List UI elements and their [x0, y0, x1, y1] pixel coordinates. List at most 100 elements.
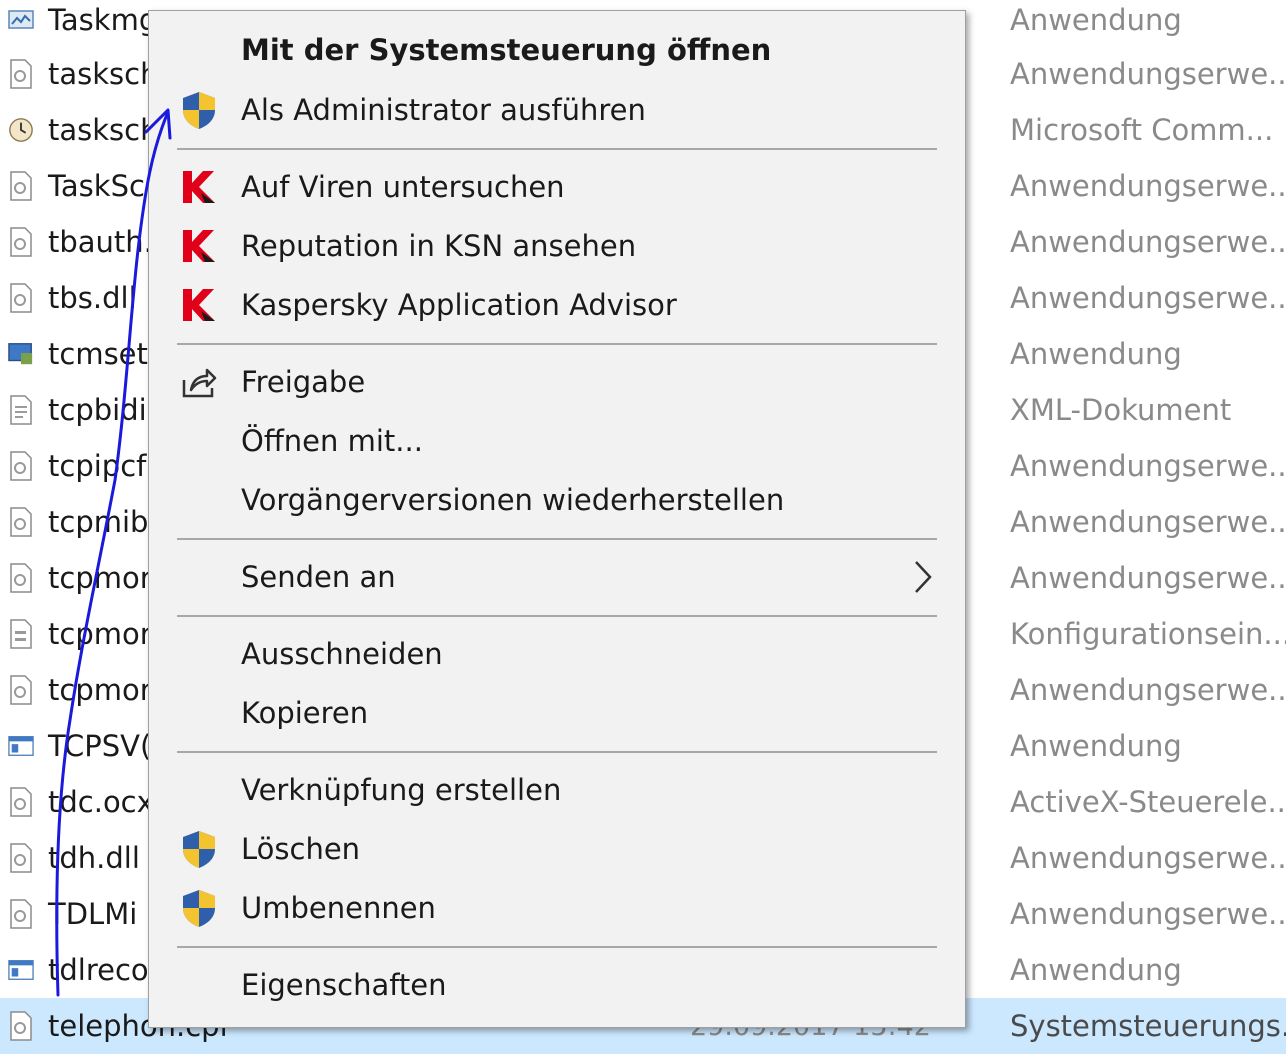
menu-item-scan-virus[interactable]: Auf Viren untersuchen [149, 158, 965, 216]
uac-shield-icon [179, 90, 219, 130]
window-app-icon [8, 731, 34, 761]
file-type: XML-Dokument [1010, 393, 1232, 427]
menu-item-label: Ausschneiden [241, 637, 443, 671]
file-name: tasksch [48, 57, 159, 91]
dll-icon [8, 227, 34, 257]
dll-icon [8, 675, 34, 705]
dll-icon [8, 451, 34, 481]
menu-item-delete[interactable]: Löschen [149, 820, 965, 878]
dll-icon [8, 1011, 34, 1041]
menu-separator [177, 946, 937, 948]
menu-item-rename[interactable]: Umbenennen [149, 879, 965, 937]
file-type: Anwendungserwe... [1010, 57, 1286, 91]
dll-icon [8, 563, 34, 593]
dll-icon [8, 787, 34, 817]
file-name: tcpmib [48, 505, 149, 539]
file-type: Anwendung [1010, 3, 1182, 37]
file-type: Anwendung [1010, 729, 1182, 763]
menu-separator [177, 148, 937, 150]
file-type: Anwendungserwe... [1010, 561, 1286, 595]
menu-item-copy[interactable]: Kopieren [149, 684, 965, 742]
menu-item-ksn-reputation[interactable]: Reputation in KSN ansehen [149, 217, 965, 275]
file-type: Anwendung [1010, 337, 1182, 371]
file-name: tdh.dll [48, 841, 140, 875]
chevron-right-icon [911, 557, 935, 597]
file-type: Anwendungserwe... [1010, 897, 1286, 931]
file-type: Anwendungserwe... [1010, 841, 1286, 875]
dll-icon [8, 59, 34, 89]
file-type: Anwendungserwe... [1010, 225, 1286, 259]
xml-icon [8, 395, 34, 425]
menu-item-label: Mit der Systemsteuerung öffnen [241, 33, 772, 67]
menu-item-label: Kaspersky Application Advisor [241, 288, 677, 322]
menu-item-label: Eigenschaften [241, 968, 447, 1002]
menu-separator [177, 751, 937, 753]
config-icon [8, 619, 34, 649]
file-name: tasksch [48, 113, 159, 147]
menu-item-create-shortcut[interactable]: Verknüpfung erstellen [149, 761, 965, 819]
file-name: tbauth. [48, 225, 153, 259]
file-name: tcpbidi [48, 393, 147, 427]
share-icon [179, 362, 219, 402]
window-app-icon [8, 955, 34, 985]
app-icon [8, 339, 34, 369]
file-name: tcpipcf [48, 449, 147, 483]
menu-item-label: Reputation in KSN ansehen [241, 229, 637, 263]
file-type: Anwendung [1010, 953, 1182, 987]
file-type: Anwendungserwe... [1010, 449, 1286, 483]
file-type: Anwendungserwe... [1010, 505, 1286, 539]
menu-item-share[interactable]: Freigabe [149, 353, 965, 411]
menu-separator [177, 615, 937, 617]
dll-icon [8, 507, 34, 537]
dll-icon [8, 171, 34, 201]
menu-item-properties[interactable]: Eigenschaften [149, 956, 965, 1014]
file-name: tbs.dll [48, 281, 137, 315]
file-name: TDLMi [48, 897, 138, 931]
file-type: Anwendungserwe... [1010, 169, 1286, 203]
dll-icon [8, 283, 34, 313]
kaspersky-icon [179, 226, 219, 266]
file-name: TCPSV( [48, 729, 152, 763]
menu-item-run-as-admin[interactable]: Als Administrator ausführen [149, 81, 965, 139]
kaspersky-icon [179, 167, 219, 207]
file-name: tcpmor [48, 617, 152, 651]
menu-separator [177, 343, 937, 345]
menu-item-label: Freigabe [241, 365, 366, 399]
menu-item-label: Senden an [241, 560, 396, 594]
kaspersky-icon [179, 285, 219, 325]
menu-item-open-with[interactable]: Öffnen mit... [149, 412, 965, 470]
menu-item-open-with-control-panel[interactable]: Mit der Systemsteuerung öffnen [149, 21, 965, 79]
file-name: tcpmor [48, 561, 152, 595]
menu-item-label: Auf Viren untersuchen [241, 170, 565, 204]
file-type: Microsoft Comm... [1010, 113, 1274, 147]
menu-item-cut[interactable]: Ausschneiden [149, 625, 965, 683]
menu-item-restore-previous-versions[interactable]: Vorgängerversionen wiederherstellen [149, 471, 965, 529]
dll-icon [8, 899, 34, 929]
uac-shield-icon [179, 888, 219, 928]
menu-item-label: Kopieren [241, 696, 369, 730]
menu-item-label: Als Administrator ausführen [241, 93, 646, 127]
context-menu: Mit der Systemsteuerung öffnen Als Admin… [148, 10, 966, 1028]
menu-item-label: Öffnen mit... [241, 424, 423, 458]
file-type: Konfigurationsein... [1010, 617, 1286, 651]
menu-item-send-to[interactable]: Senden an [149, 548, 965, 606]
dll-icon [8, 843, 34, 873]
file-name: tcmset [48, 337, 148, 371]
menu-item-label: Vorgängerversionen wiederherstellen [241, 483, 785, 517]
menu-item-kaspersky-advisor[interactable]: Kaspersky Application Advisor [149, 276, 965, 334]
file-name: tcpmor [48, 673, 152, 707]
menu-separator [177, 538, 937, 540]
app-icon [8, 5, 34, 35]
uac-shield-icon [179, 829, 219, 869]
file-name: TaskSc [48, 169, 145, 203]
file-name: tdc.ocx [48, 785, 154, 819]
file-type: Systemsteuerungs... [1010, 1009, 1286, 1043]
menu-item-label: Verknüpfung erstellen [241, 773, 562, 807]
file-type: ActiveX-Steuerele... [1010, 785, 1286, 819]
file-name: tdlreco [48, 953, 149, 987]
file-type: Anwendungserwe... [1010, 281, 1286, 315]
clock-icon [8, 115, 34, 145]
menu-item-label: Umbenennen [241, 891, 436, 925]
file-type: Anwendungserwe... [1010, 673, 1286, 707]
menu-item-label: Löschen [241, 832, 361, 866]
